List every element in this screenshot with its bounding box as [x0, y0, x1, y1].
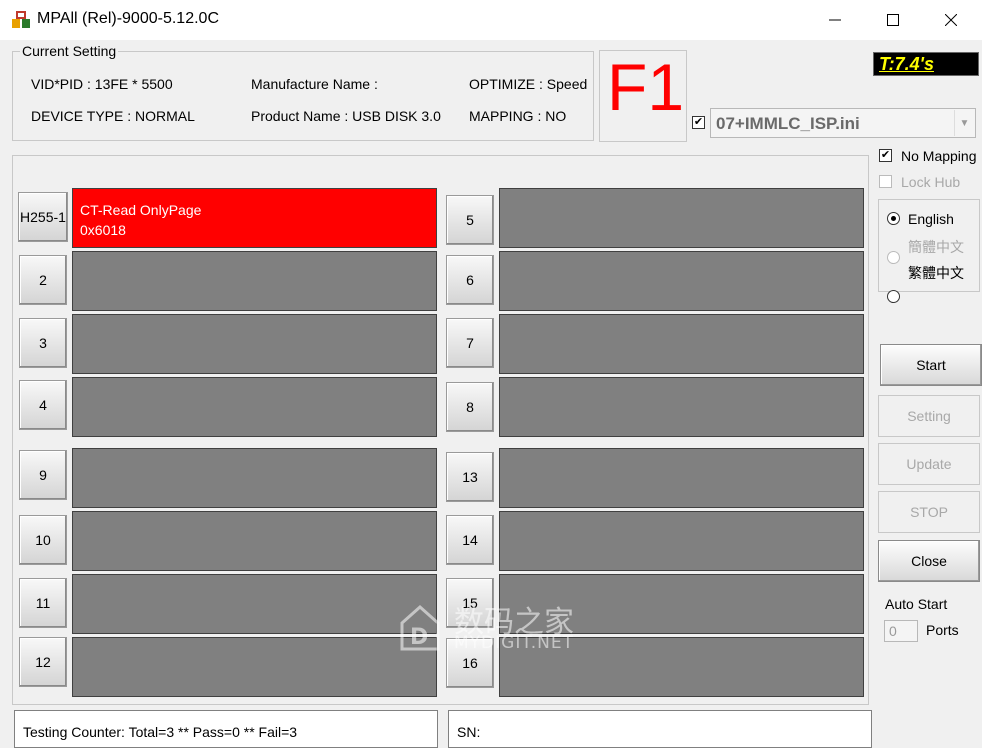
port-panel-13 — [499, 448, 864, 508]
port-panel-10 — [72, 511, 437, 571]
port-panel-6 — [499, 251, 864, 311]
port-panel-3 — [72, 314, 437, 374]
port-panel-14 — [499, 511, 864, 571]
close-icon — [945, 14, 957, 26]
port-button-8[interactable]: 8 — [446, 382, 494, 432]
testing-counter-box: Testing Counter: Total=3 ** Pass=0 ** Fa… — [14, 710, 438, 748]
english-label: English — [908, 211, 954, 227]
port-button-3[interactable]: 3 — [19, 318, 67, 368]
close-button[interactable]: Close — [878, 540, 980, 582]
port-panel-4 — [72, 377, 437, 437]
ini-file-select[interactable]: 07+IMMLC_ISP.ini ▼ — [710, 108, 976, 138]
testing-counter-text: Testing Counter: Total=3 ** Pass=0 ** Fa… — [23, 724, 298, 740]
port-button-2[interactable]: 2 — [19, 255, 67, 305]
port-panel-2 — [72, 251, 437, 311]
english-radio[interactable] — [887, 212, 900, 225]
current-setting-group — [12, 51, 594, 141]
minimize-button[interactable] — [806, 0, 864, 40]
auto-start-label: Auto Start — [885, 596, 948, 612]
device-type-text: DEVICE TYPE : NORMAL — [31, 108, 195, 124]
port-button-4[interactable]: 4 — [19, 380, 67, 430]
no-mapping-label: No Mapping — [901, 148, 977, 164]
port-button-1[interactable]: H255-1 — [18, 192, 68, 242]
start-button[interactable]: Start — [880, 344, 982, 386]
auto-start-port-input[interactable]: 0 — [884, 620, 918, 642]
simplified-chinese-radio[interactable] — [887, 251, 900, 264]
port-panel-12 — [72, 637, 437, 697]
ports-unit-label: Ports — [926, 622, 959, 638]
simplified-chinese-label: 簡體中文 — [908, 239, 964, 255]
traditional-chinese-label: 繁體中文 — [908, 265, 964, 281]
app-icon — [12, 11, 30, 28]
lock-hub-checkbox[interactable] — [879, 175, 892, 188]
minimize-icon — [829, 19, 841, 21]
port-panel-8 — [499, 377, 864, 437]
mapping-text: MAPPING : NO — [469, 108, 567, 124]
port-button-14[interactable]: 14 — [446, 515, 494, 565]
port-1-status-line2: 0x6018 — [80, 222, 126, 238]
traditional-chinese-radio[interactable] — [887, 290, 900, 303]
port-button-11[interactable]: 11 — [19, 578, 67, 628]
lock-hub-label: Lock Hub — [901, 174, 961, 190]
port-button-5[interactable]: 5 — [446, 195, 494, 245]
port-button-6[interactable]: 6 — [446, 255, 494, 305]
port-panel-9 — [72, 448, 437, 508]
port-button-10[interactable]: 10 — [19, 515, 67, 565]
f1-label: F1 — [607, 50, 685, 124]
no-mapping-checkbox[interactable]: ✔ — [879, 149, 892, 162]
ini-file-value: 07+IMMLC_ISP.ini — [716, 114, 860, 133]
current-setting-label: Current Setting — [20, 43, 119, 59]
optimize-text: OPTIMIZE : Speed — [469, 76, 588, 92]
title-bar[interactable]: MPAll (Rel)-9000-5.12.0C — [0, 0, 982, 40]
update-button[interactable]: Update — [878, 443, 980, 485]
port-panel-7 — [499, 314, 864, 374]
timer-text: T:7.4's — [879, 54, 934, 74]
watermark-text-en: MYDIGIT.NET — [454, 633, 574, 653]
port-button-12[interactable]: 12 — [19, 637, 67, 687]
vid-pid-text: VID*PID : 13FE * 5500 — [31, 76, 173, 92]
sn-label: SN: — [457, 724, 481, 740]
port-panel-11 — [72, 574, 437, 634]
window-title: MPAll (Rel)-9000-5.12.0C — [37, 10, 219, 27]
port-button-9[interactable]: 9 — [19, 450, 67, 500]
close-window-button[interactable] — [922, 0, 980, 40]
watermark: D 数码之家 MYDIGIT.NET — [396, 597, 591, 660]
sn-box: SN: — [448, 710, 872, 748]
svg-text:D: D — [410, 625, 428, 650]
manufacture-name-text: Manufacture Name : — [251, 76, 378, 92]
chevron-down-icon[interactable]: ▼ — [954, 110, 974, 136]
maximize-button[interactable] — [864, 0, 922, 40]
port-button-7[interactable]: 7 — [446, 318, 494, 368]
port-button-13[interactable]: 13 — [446, 452, 494, 502]
port-1-status-line1: CT-Read OnlyPage — [80, 202, 202, 218]
stop-button[interactable]: STOP — [878, 491, 980, 533]
port-panel-5 — [499, 188, 864, 248]
port-panel-1: CT-Read OnlyPage 0x6018 — [72, 188, 437, 248]
product-name-text: Product Name : USB DISK 3.0 — [251, 108, 441, 124]
setting-button[interactable]: Setting — [878, 395, 980, 437]
maximize-icon — [887, 14, 899, 26]
ini-checkbox[interactable]: ✔ — [692, 116, 705, 129]
timer-display: T:7.4's — [873, 52, 979, 76]
